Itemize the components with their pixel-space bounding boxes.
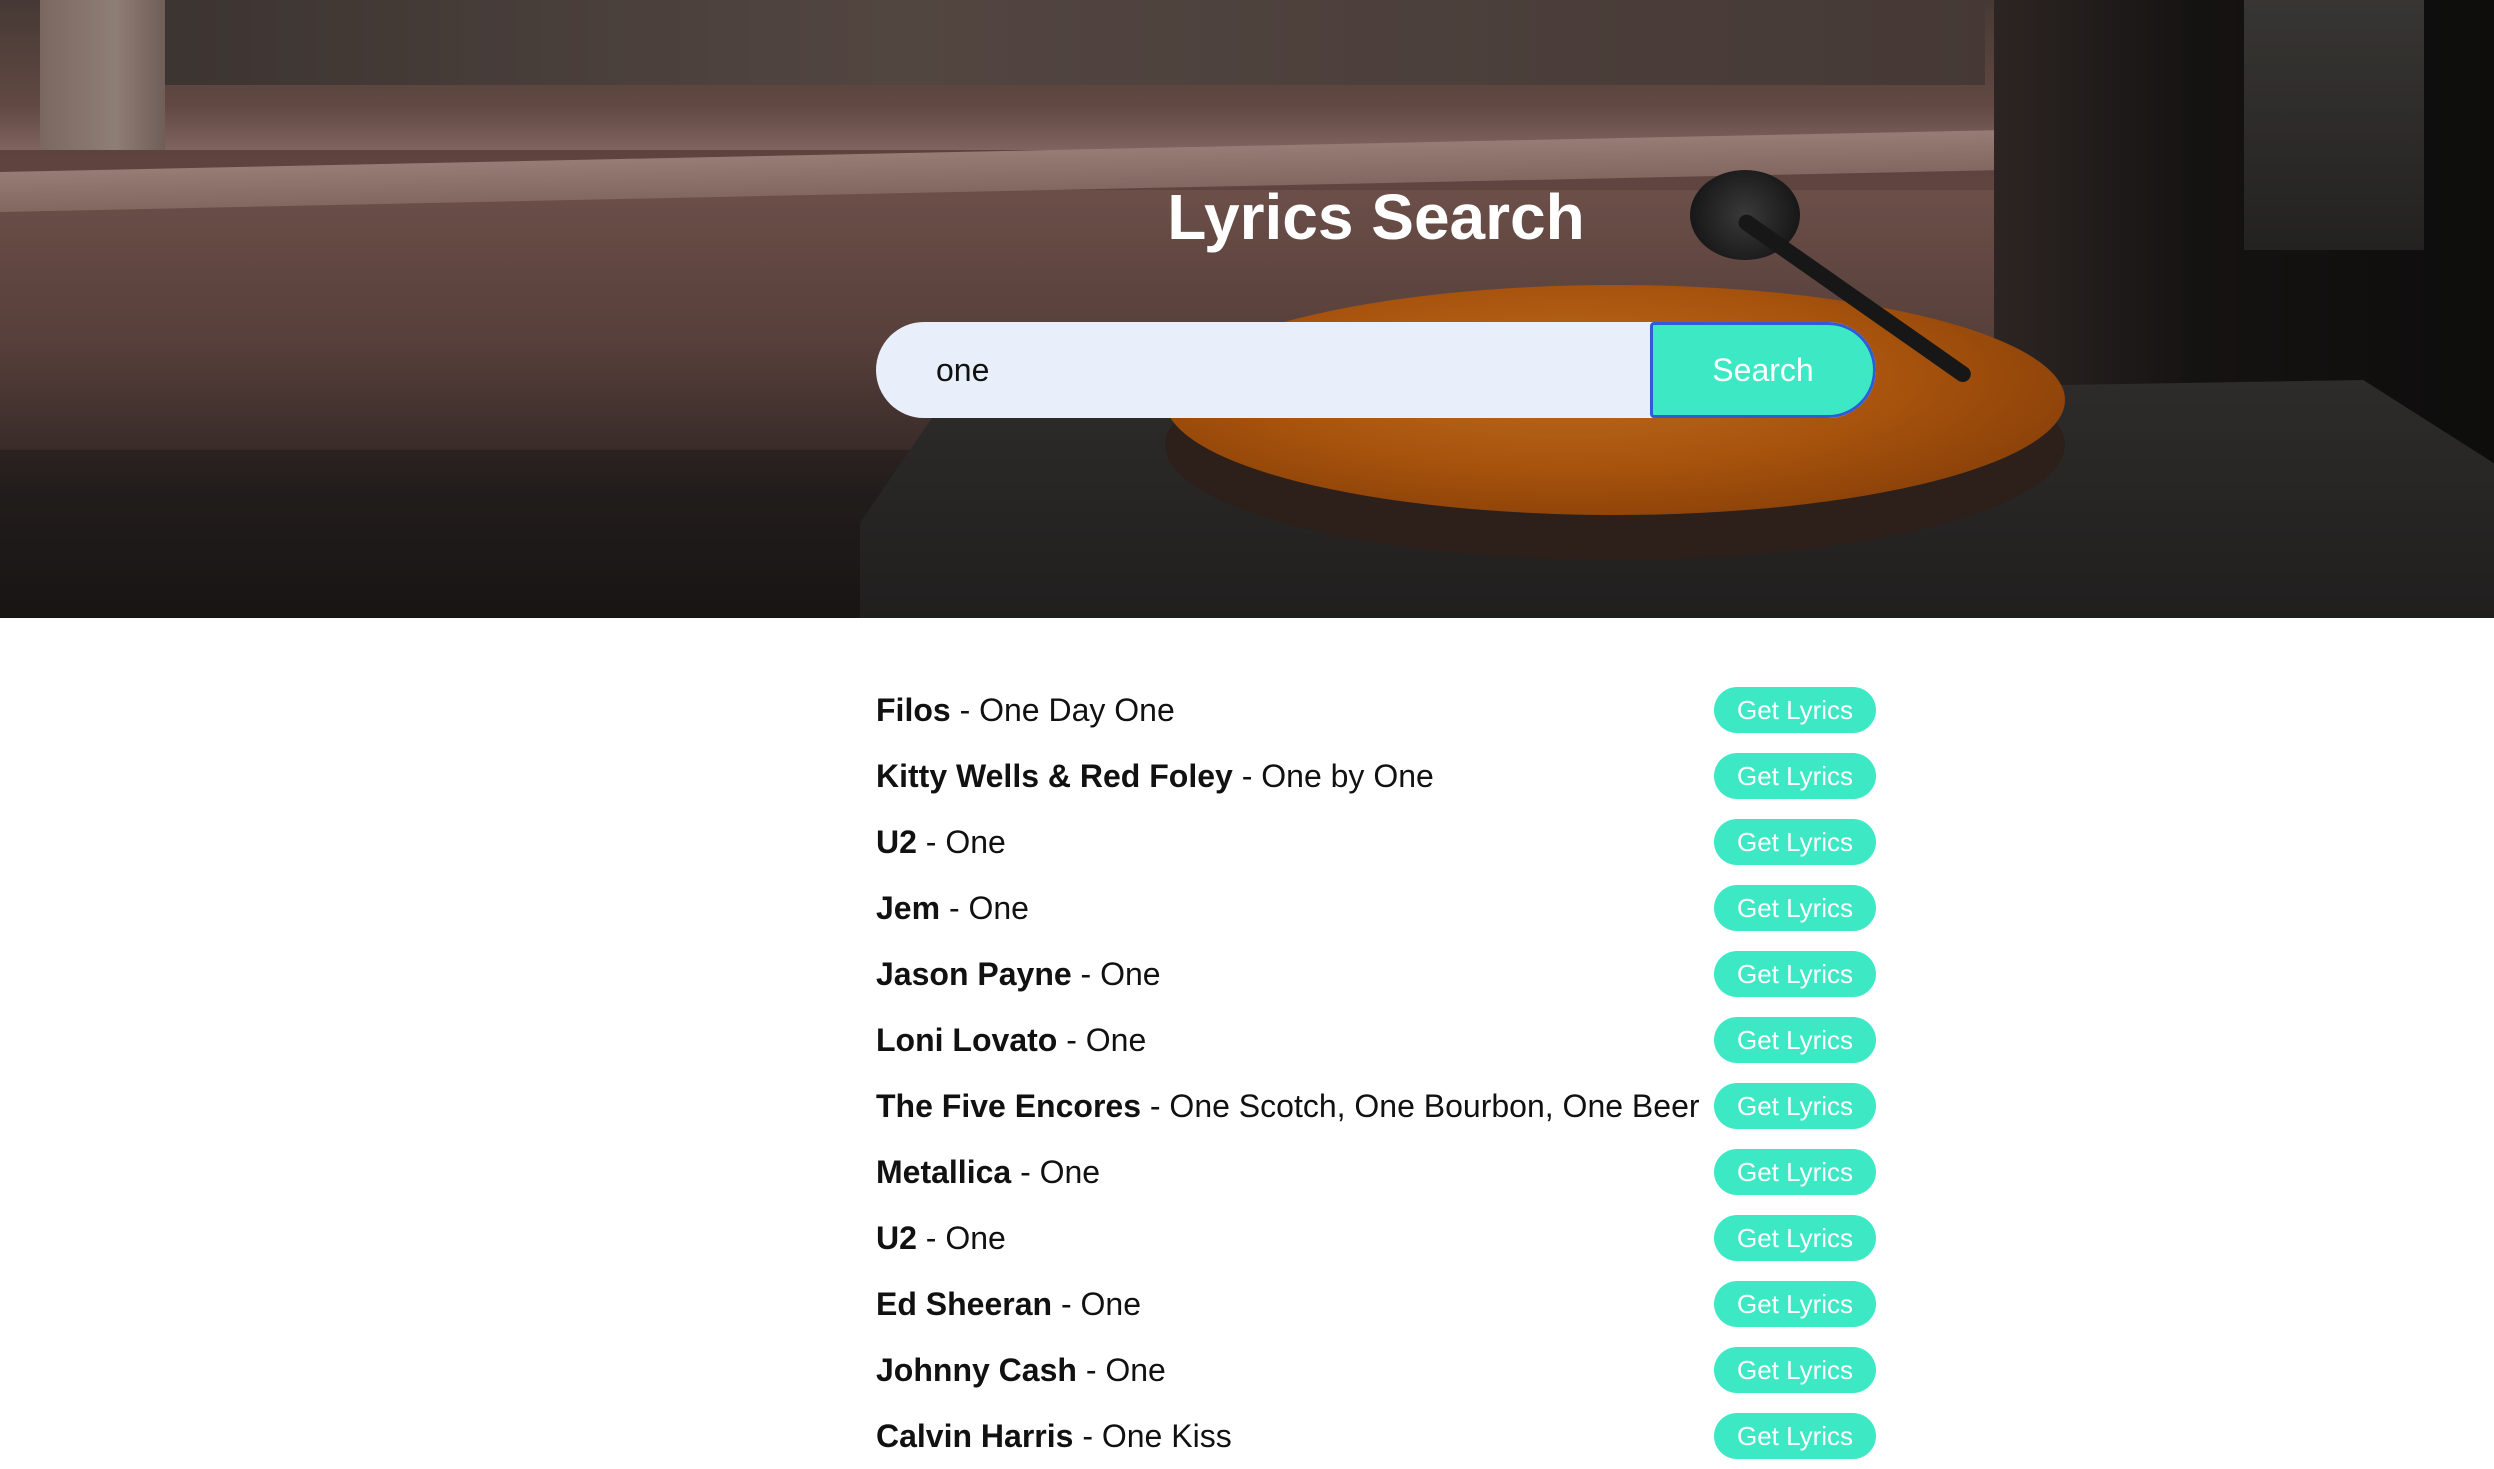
- result-text: Loni Lovato - One: [876, 1022, 1146, 1059]
- list-item: Kitty Wells & Red Foley - One by One Get …: [876, 743, 1876, 809]
- result-artist: Loni Lovato: [876, 1021, 1058, 1058]
- get-lyrics-button[interactable]: Get Lyrics: [1714, 1017, 1876, 1063]
- list-item: Jason Payne - One Get Lyrics: [876, 941, 1876, 1007]
- result-text: Johnny Cash - One: [876, 1352, 1166, 1389]
- result-song-title: One: [1080, 1285, 1141, 1322]
- result-text: Ed Sheeran - One: [876, 1286, 1141, 1323]
- result-text: Jason Payne - One: [876, 956, 1161, 993]
- result-artist: U2: [876, 823, 917, 860]
- get-lyrics-button[interactable]: Get Lyrics: [1714, 1083, 1876, 1129]
- result-artist: Filos: [876, 691, 951, 728]
- result-text: Calvin Harris - One Kiss: [876, 1418, 1232, 1455]
- list-item: Metallica - One Get Lyrics: [876, 1139, 1876, 1205]
- result-text: The Five Encores - One Scotch, One Bourb…: [876, 1088, 1700, 1125]
- result-text: U2 - One: [876, 824, 1006, 861]
- result-text: Kitty Wells & Red Foley - One by One: [876, 758, 1434, 795]
- result-song-title: One: [1039, 1153, 1101, 1190]
- result-separator: -: [1076, 1351, 1106, 1388]
- result-separator: -: [916, 823, 946, 860]
- result-song-title: One: [1100, 955, 1161, 992]
- list-item: Ed Sheeran - One Get Lyrics: [876, 1271, 1876, 1337]
- result-artist: Kitty Wells & Red Foley: [876, 757, 1233, 794]
- results-list: Filos - One Day One Get Lyrics Kitty Wells…: [876, 677, 1876, 1469]
- get-lyrics-button[interactable]: Get Lyrics: [1714, 819, 1876, 865]
- result-separator: -: [1052, 1285, 1081, 1322]
- result-separator: -: [950, 691, 980, 728]
- get-lyrics-button[interactable]: Get Lyrics: [1714, 1281, 1876, 1327]
- result-artist: Jem: [876, 889, 941, 926]
- get-lyrics-button[interactable]: Get Lyrics: [1714, 753, 1876, 799]
- result-song-title: One: [945, 1219, 1006, 1256]
- list-item: Filos - One Day One Get Lyrics: [876, 677, 1876, 743]
- get-lyrics-button[interactable]: Get Lyrics: [1714, 885, 1876, 931]
- get-lyrics-button[interactable]: Get Lyrics: [1714, 1149, 1876, 1195]
- result-artist: U2: [876, 1219, 917, 1256]
- result-artist: Johnny Cash: [876, 1351, 1077, 1388]
- list-item: Calvin Harris - One Kiss Get Lyrics: [876, 1403, 1876, 1469]
- result-text: Metallica - One: [876, 1154, 1100, 1191]
- result-separator: -: [1011, 1153, 1040, 1190]
- result-artist: Ed Sheeran: [876, 1285, 1053, 1322]
- result-song-title: One: [1105, 1351, 1166, 1388]
- hero-overlay: [0, 0, 2494, 618]
- get-lyrics-button[interactable]: Get Lyrics: [1714, 1215, 1876, 1261]
- result-separator: -: [1232, 757, 1262, 794]
- result-song-title: One: [968, 889, 1029, 926]
- result-song-title: One Kiss: [1101, 1417, 1232, 1454]
- get-lyrics-button[interactable]: Get Lyrics: [1714, 951, 1876, 997]
- get-lyrics-button[interactable]: Get Lyrics: [1714, 1347, 1876, 1393]
- result-song-title: One by One: [1261, 757, 1434, 794]
- result-song-title: One Scotch, One Bourbon, One Beer: [1169, 1087, 1700, 1124]
- result-separator: -: [1140, 1087, 1170, 1124]
- list-item: The Five Encores - One Scotch, One Bourb…: [876, 1073, 1876, 1139]
- result-song-title: One Day One: [979, 691, 1175, 728]
- result-text: U2 - One: [876, 1220, 1006, 1257]
- result-separator: -: [1057, 1021, 1086, 1058]
- list-item: Johnny Cash - One Get Lyrics: [876, 1337, 1876, 1403]
- list-item: Loni Lovato - One Get Lyrics: [876, 1007, 1876, 1073]
- get-lyrics-button[interactable]: Get Lyrics: [1714, 687, 1876, 733]
- result-separator: -: [940, 889, 969, 926]
- result-artist: Calvin Harris: [876, 1417, 1074, 1454]
- result-artist: Metallica: [876, 1153, 1012, 1190]
- search-form: Search: [876, 322, 1876, 418]
- result-text: Jem - One: [876, 890, 1029, 927]
- page-title: Lyrics Search: [1167, 181, 1585, 253]
- hero-header: Lyrics Search Search: [0, 0, 2494, 618]
- result-song-title: One: [1085, 1021, 1147, 1058]
- get-lyrics-button[interactable]: Get Lyrics: [1714, 1413, 1876, 1459]
- result-text: Filos - One Day One: [876, 692, 1175, 729]
- result-artist: The Five Encores: [876, 1087, 1141, 1124]
- list-item: U2 - One Get Lyrics: [876, 809, 1876, 875]
- result-separator: -: [1073, 1417, 1102, 1454]
- result-separator: -: [916, 1219, 946, 1256]
- search-button[interactable]: Search: [1650, 322, 1876, 418]
- result-separator: -: [1071, 955, 1101, 992]
- list-item: Jem - One Get Lyrics: [876, 875, 1876, 941]
- result-artist: Jason Payne: [876, 955, 1072, 992]
- list-item: U2 - One Get Lyrics: [876, 1205, 1876, 1271]
- result-song-title: One: [945, 823, 1006, 860]
